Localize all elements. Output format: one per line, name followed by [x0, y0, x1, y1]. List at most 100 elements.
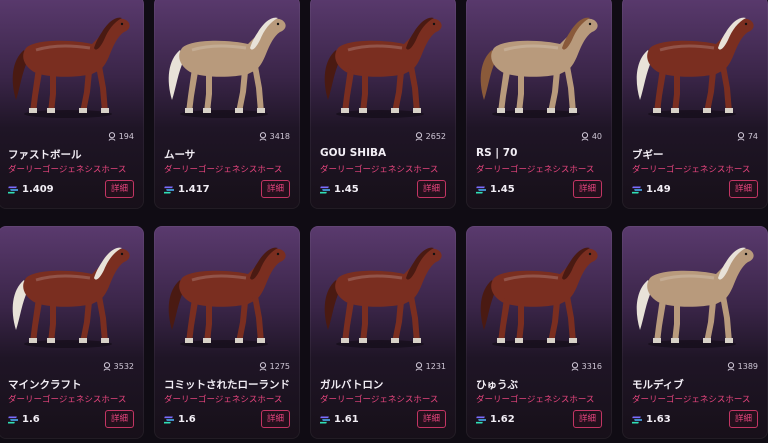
detail-button[interactable]: 詳細 — [260, 410, 290, 428]
detail-button[interactable]: 詳細 — [572, 180, 602, 198]
horse-card[interactable]: 3532 マインクラフト ダーリーゴージェネシスホース 1.6 詳細 — [0, 226, 144, 439]
horse-card[interactable]: 40 RS | 70 ダーリーゴージェネシスホース 1.45 詳細 — [466, 0, 612, 209]
horse-image — [6, 238, 136, 350]
solana-icon — [632, 186, 642, 194]
horse-image — [6, 8, 136, 120]
price-value: 1.6 — [178, 414, 196, 425]
price-value: 1.45 — [334, 184, 359, 195]
horse-card[interactable]: 3316 ひゅうぶ ダーリーゴージェネシスホース 1.62 詳細 — [466, 226, 612, 439]
like-count-value: 2652 — [425, 132, 446, 141]
like-count-value: 3532 — [113, 362, 134, 371]
horse-name: マインクラフト — [8, 379, 82, 391]
horse-breed: ダーリーゴージェネシスホース — [476, 165, 595, 175]
pin-icon — [727, 362, 735, 371]
detail-button[interactable]: 詳細 — [260, 180, 290, 198]
like-count-value: 40 — [591, 132, 602, 141]
horse-breed: ダーリーゴージェネシスホース — [8, 395, 127, 405]
horse-name: ムーサ — [164, 149, 196, 161]
horse-name: ガルバトロン — [320, 379, 384, 391]
like-count: 1389 — [727, 362, 758, 371]
horse-breed: ダーリーゴージェネシスホース — [320, 165, 439, 175]
horse-name: ブギー — [632, 149, 664, 161]
like-count-value: 1275 — [269, 362, 290, 371]
like-count-value: 1231 — [425, 362, 446, 371]
detail-button[interactable]: 詳細 — [728, 410, 758, 428]
horse-image — [162, 8, 292, 120]
price: 1.45 — [320, 184, 359, 195]
detail-button[interactable]: 詳細 — [416, 410, 446, 428]
like-count: 1275 — [259, 362, 290, 371]
pin-icon — [259, 132, 267, 141]
horse-image — [162, 238, 292, 350]
horse-breed: ダーリーゴージェネシスホース — [164, 395, 283, 405]
pin-icon — [415, 132, 423, 141]
horse-card[interactable]: 1231 ガルバトロン ダーリーゴージェネシスホース 1.61 詳細 — [310, 226, 456, 439]
horse-image — [630, 238, 760, 350]
pin-icon — [259, 362, 267, 371]
like-count: 194 — [108, 132, 134, 141]
solana-icon — [164, 416, 174, 424]
price-value: 1.409 — [22, 184, 54, 195]
horse-breed: ダーリーゴージェネシスホース — [632, 165, 751, 175]
horse-image — [318, 8, 448, 120]
price: 1.49 — [632, 184, 671, 195]
horse-name: GOU SHIBA — [320, 147, 387, 159]
like-count: 40 — [581, 132, 602, 141]
horse-card[interactable]: 2652 GOU SHIBA ダーリーゴージェネシスホース 1.45 詳細 — [310, 0, 456, 209]
detail-button[interactable]: 詳細 — [728, 180, 758, 198]
pin-icon — [103, 362, 111, 371]
detail-button[interactable]: 詳細 — [104, 180, 134, 198]
like-count: 3532 — [103, 362, 134, 371]
horse-card[interactable]: 74 ブギー ダーリーゴージェネシスホース 1.49 詳細 — [622, 0, 768, 209]
horse-breed: ダーリーゴージェネシスホース — [320, 395, 439, 405]
price: 1.417 — [164, 184, 210, 195]
horse-breed: ダーリーゴージェネシスホース — [632, 395, 751, 405]
like-count-value: 194 — [118, 132, 134, 141]
solana-icon — [476, 186, 486, 194]
horse-card[interactable]: 194 ファストボール ダーリーゴージェネシスホース 1.409 詳細 — [0, 0, 144, 209]
detail-button[interactable]: 詳細 — [104, 410, 134, 428]
solana-icon — [476, 416, 486, 424]
price: 1.6 — [164, 414, 196, 425]
price: 1.62 — [476, 414, 515, 425]
like-count-value: 1389 — [737, 362, 758, 371]
solana-icon — [320, 416, 330, 424]
solana-icon — [632, 416, 642, 424]
like-count: 1231 — [415, 362, 446, 371]
like-count: 3316 — [571, 362, 602, 371]
solana-icon — [320, 186, 330, 194]
horse-name: モルディブ — [632, 379, 684, 391]
horse-breed: ダーリーゴージェネシスホース — [476, 395, 595, 405]
solana-icon — [8, 416, 18, 424]
pin-icon — [737, 132, 745, 141]
like-count: 3418 — [259, 132, 290, 141]
like-count: 74 — [737, 132, 758, 141]
like-count: 2652 — [415, 132, 446, 141]
price: 1.409 — [8, 184, 54, 195]
like-count-value: 3316 — [581, 362, 602, 371]
price-value: 1.63 — [646, 414, 671, 425]
like-count-value: 3418 — [269, 132, 290, 141]
solana-icon — [8, 186, 18, 194]
price: 1.6 — [8, 414, 40, 425]
horse-image — [630, 8, 760, 120]
pin-icon — [108, 132, 116, 141]
price-value: 1.6 — [22, 414, 40, 425]
pin-icon — [571, 362, 579, 371]
detail-button[interactable]: 詳細 — [572, 410, 602, 428]
horse-card[interactable]: 1389 モルディブ ダーリーゴージェネシスホース 1.63 詳細 — [622, 226, 768, 439]
price-value: 1.62 — [490, 414, 515, 425]
detail-button[interactable]: 詳細 — [416, 180, 446, 198]
pin-icon — [581, 132, 589, 141]
horse-name: ファストボール — [8, 149, 82, 161]
solana-icon — [164, 186, 174, 194]
price-value: 1.45 — [490, 184, 515, 195]
price-value: 1.61 — [334, 414, 359, 425]
price: 1.63 — [632, 414, 671, 425]
horse-image — [474, 8, 604, 120]
horse-breed: ダーリーゴージェネシスホース — [164, 165, 283, 175]
horse-breed: ダーリーゴージェネシスホース — [8, 165, 127, 175]
horse-card[interactable]: 3418 ムーサ ダーリーゴージェネシスホース 1.417 詳細 — [154, 0, 300, 209]
horse-card[interactable]: 1275 コミットされたローランド ダーリーゴージェネシスホース 1.6 詳細 — [154, 226, 300, 439]
horse-name: ひゅうぶ — [476, 379, 518, 391]
